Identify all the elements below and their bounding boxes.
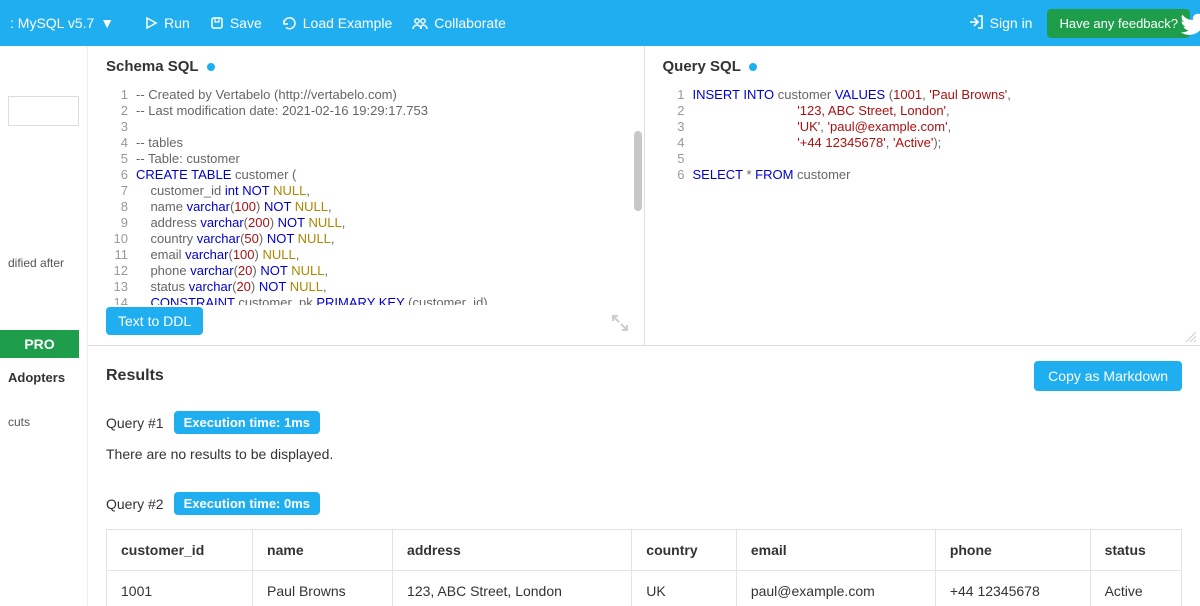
chevron-down-icon: ▼ [100,15,114,31]
column-header: name [253,530,393,571]
refresh-icon [282,16,297,31]
topbar: : MySQL v5.7 ▼ Run Save Load Example Col… [0,0,1200,46]
results-section: Results Copy as Markdown Query #1 Execut… [88,346,1200,606]
schema-editor[interactable]: 1234567891011121314 -- Created by Vertab… [106,87,644,305]
play-icon [144,16,158,30]
column-header: country [632,530,737,571]
query1-label: Query #1 [106,415,164,431]
table-cell: UK [632,571,737,606]
db-selector[interactable]: : MySQL v5.7 ▼ [10,15,114,31]
table-cell: +44 12345678 [935,571,1090,606]
text-to-ddl-button[interactable]: Text to DDL [106,307,203,335]
load-example-button[interactable]: Load Example [282,15,393,31]
table-cell: paul@example.com [736,571,935,606]
modified-dot-icon [749,63,757,71]
resize-icon[interactable] [1184,329,1196,341]
modified-dot-icon [207,63,215,71]
collaborate-button[interactable]: Collaborate [412,15,506,31]
table-row: 1001Paul Browns123, ABC Street, LondonUK… [107,571,1182,606]
table-cell: Active [1090,571,1181,606]
column-header: address [393,530,632,571]
no-results-message: There are no results to be displayed. [106,446,1182,462]
save-label: Save [230,15,262,31]
save-button[interactable]: Save [210,15,262,31]
run-button[interactable]: Run [144,15,190,31]
query-title: Query SQL [663,58,1200,75]
column-header: phone [935,530,1090,571]
query-editor[interactable]: 123456 INSERT INTO customer VALUES (1001… [663,87,1200,335]
table-cell: 1001 [107,571,253,606]
pro-button[interactable]: PRO [0,330,79,358]
expand-icon[interactable] [611,314,629,335]
schema-title: Schema SQL [106,58,644,75]
db-label: : MySQL v5.7 [10,15,94,31]
query-pane: Query SQL 123456 INSERT INTO customer VA… [645,46,1200,345]
query2-time-badge: Execution time: 0ms [174,492,320,515]
schema-pane: Schema SQL 1234567891011121314 -- Create… [88,46,645,345]
signin-label: Sign in [990,15,1033,31]
feedback-button[interactable]: Have any feedback? [1047,9,1190,38]
people-icon [412,16,428,30]
results-title: Results [106,367,1034,385]
column-header: email [736,530,935,571]
table-cell: Paul Browns [253,571,393,606]
results-table: customer_idnameaddresscountryemailphones… [106,529,1182,606]
copy-markdown-button[interactable]: Copy as Markdown [1034,361,1182,391]
sidebar: dified after PRO Adopters cuts [0,46,88,606]
query1-time-badge: Execution time: 1ms [174,411,320,434]
signin-button[interactable]: Sign in [968,14,1033,33]
save-icon [210,16,224,30]
collab-label: Collaborate [434,15,506,31]
run-label: Run [164,15,190,31]
adopters-link[interactable]: Adopters [8,370,79,385]
scrollbar[interactable] [634,131,642,211]
signin-icon [968,14,984,33]
table-cell: 123, ABC Street, London [393,571,632,606]
sidebar-modified-label: dified after [8,256,79,270]
sidebar-search[interactable] [8,96,79,126]
twitter-icon[interactable] [1180,12,1200,40]
query2-label: Query #2 [106,496,164,512]
shortcuts-link[interactable]: cuts [8,415,79,429]
column-header: customer_id [107,530,253,571]
load-label: Load Example [303,15,393,31]
column-header: status [1090,530,1181,571]
